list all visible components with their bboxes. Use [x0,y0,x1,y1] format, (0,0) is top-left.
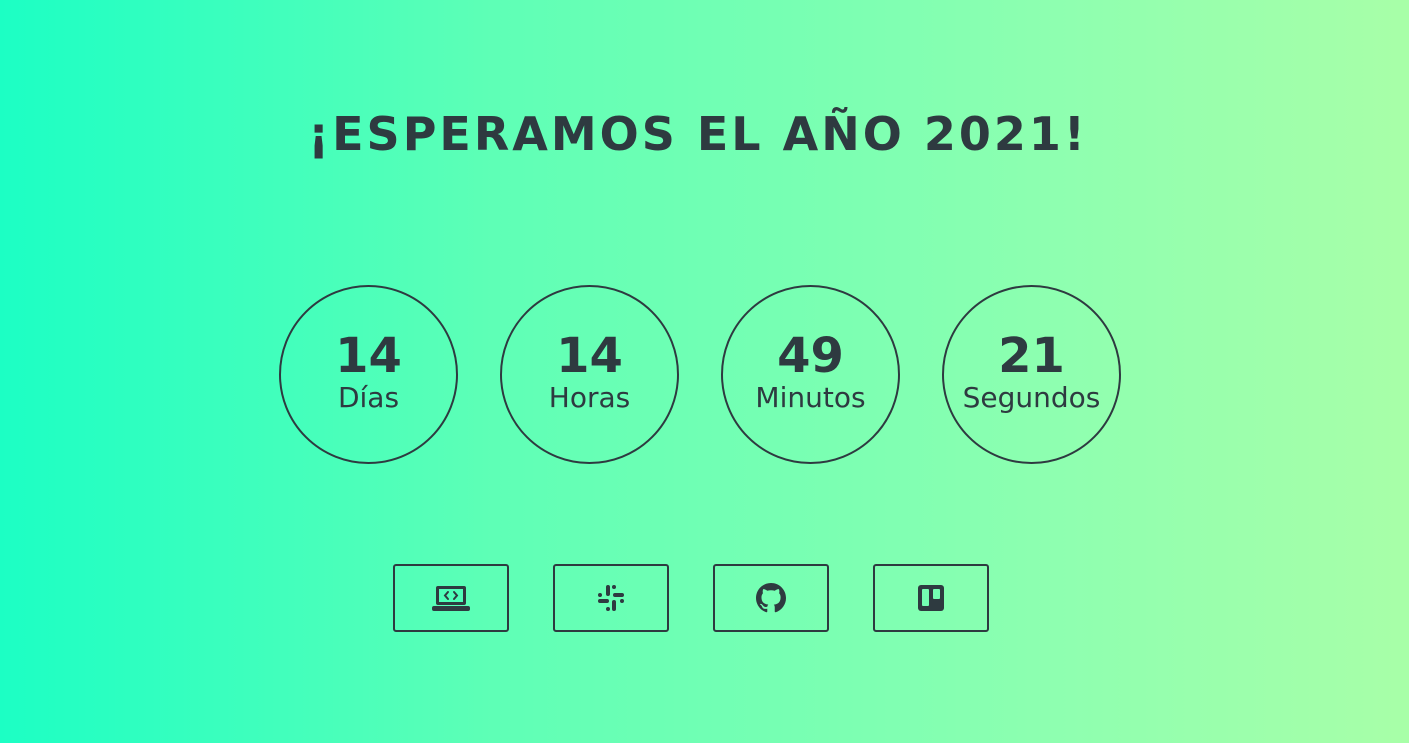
minutes-label: Minutos [755,380,866,414]
days-label: Días [337,380,400,414]
slack-icon [598,585,624,611]
countdown-hours: 14 Horas [500,285,679,464]
laptop-code-icon [432,586,470,611]
trello-link-button[interactable] [873,564,989,632]
page-title: ¡ESPERAMOS EL AÑO 2021! [308,107,1088,161]
countdown: 14 Días 14 Horas 49 Minutos 21 Segundos [279,285,1121,464]
countdown-seconds: 21 Segundos [942,285,1121,464]
github-link-button[interactable] [713,564,829,632]
minutes-value: 49 [777,327,844,384]
countdown-minutes: 49 Minutos [721,285,900,464]
github-icon [756,583,786,613]
countdown-days: 14 Días [279,285,458,464]
days-value: 14 [335,327,402,384]
hours-value: 14 [556,327,623,384]
seconds-label: Segundos [962,380,1101,414]
seconds-value: 21 [998,327,1065,384]
trello-icon [918,585,944,611]
slack-link-button[interactable] [553,564,669,632]
laptop-code-link-button[interactable] [393,564,509,632]
social-links [393,564,989,632]
hours-label: Horas [548,380,631,414]
